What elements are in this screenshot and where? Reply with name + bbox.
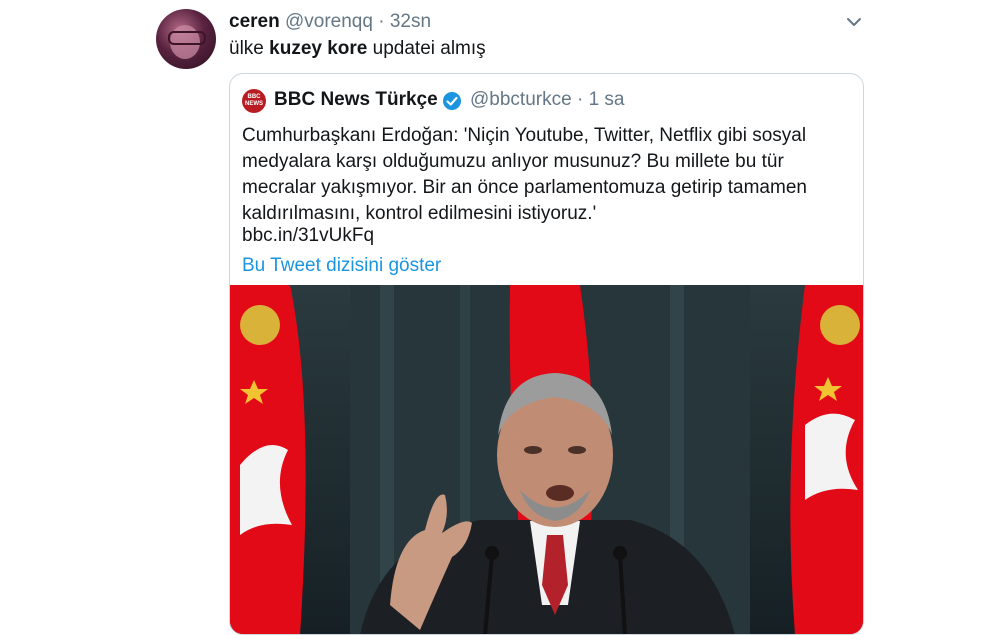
mouth	[546, 485, 574, 501]
quoted-tweet-text: Cumhurbaşkanı Erdoğan: 'Niçin Youtube, T…	[242, 125, 807, 224]
quoted-tweet-link[interactable]: bbc.in/31vUkFq	[242, 223, 374, 249]
mic-left	[485, 546, 499, 560]
quoted-tweet[interactable]: BBC NEWS BBC News Türkçe @bbcturkce · 1 …	[229, 73, 864, 635]
avatar[interactable]	[156, 9, 216, 69]
tweet-text-part: updatei almış	[367, 38, 486, 59]
photo-illustration	[230, 285, 863, 634]
show-thread-link[interactable]: Bu Tweet dizisini göster	[242, 253, 441, 279]
quoted-timestamp[interactable]: 1 sa	[589, 89, 625, 110]
author-name[interactable]: ceren	[229, 11, 280, 32]
eye-right	[568, 446, 586, 454]
verified-badge-icon	[443, 92, 461, 110]
mic-right	[613, 546, 627, 560]
finial-right	[820, 305, 860, 345]
tweet-text-part: ülke	[229, 38, 270, 59]
tweet-media-photo[interactable]	[230, 285, 863, 634]
tweet-text: ülke kuzey kore updatei almış	[229, 38, 486, 60]
eye-left	[524, 446, 542, 454]
tweet-header: ceren @vorenqq · 32sn	[229, 11, 431, 33]
tweet-text-bold: kuzey kore	[269, 38, 368, 59]
tweet-timestamp[interactable]: 32sn	[390, 11, 431, 32]
quoted-author-name[interactable]: BBC News Türkçe	[274, 88, 438, 112]
avatar-glasses	[168, 31, 206, 45]
finial-left	[240, 305, 280, 345]
separator-dot: ·	[576, 89, 584, 110]
bbc-logo-icon[interactable]: BBC NEWS	[242, 89, 266, 113]
chevron-down-icon[interactable]	[844, 12, 864, 32]
quoted-meta: @bbcturkce · 1 sa	[470, 88, 624, 112]
quoted-author-handle[interactable]: @bbcturkce	[470, 89, 572, 110]
separator-dot: ·	[378, 11, 385, 32]
bbc-logo-text: BBC	[247, 94, 261, 100]
author-handle[interactable]: @vorenqq	[285, 11, 373, 32]
bbc-logo-subtext: NEWS	[245, 101, 263, 107]
